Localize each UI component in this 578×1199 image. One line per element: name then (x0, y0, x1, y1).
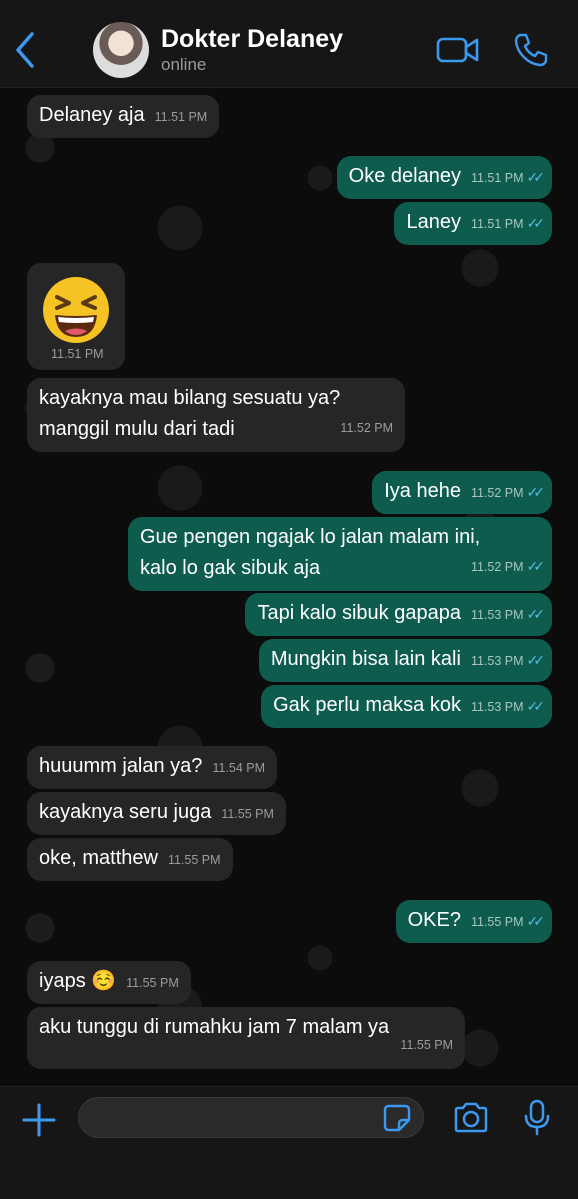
chevron-left-icon[interactable] (12, 30, 38, 70)
message-incoming[interactable]: iyaps ☺️ 11.55 PM (27, 961, 191, 1004)
phone-icon[interactable] (513, 32, 549, 68)
message-text: iyaps ☺️ (39, 970, 117, 992)
read-ticks-icon: ✓✓ (526, 215, 546, 231)
read-ticks-icon: ✓✓ (526, 169, 546, 185)
message-time: 11.55 PM (470, 915, 524, 929)
message-outgoing[interactable]: Iya hehe 11.52 PM ✓✓ (372, 471, 552, 514)
message-time: 11.51 PM (470, 171, 524, 185)
video-camera-icon[interactable] (436, 34, 480, 66)
message-text: Iya hehe (384, 480, 461, 502)
message-outgoing[interactable]: Mungkin bisa lain kali 11.53 PM ✓✓ (258, 639, 552, 682)
message-outgoing[interactable]: Oke delaney 11.51 PM ✓✓ (336, 156, 552, 199)
message-time: 11.52 PM ✓✓ (470, 558, 546, 574)
message-outgoing[interactable]: Gue pengen ngajak lo jalan malam ini, ka… (128, 517, 552, 591)
message-time: 11.52 PM (470, 486, 524, 500)
message-text: Gak perlu maksa kok (273, 694, 461, 716)
camera-icon[interactable] (452, 1101, 490, 1135)
message-text: Mungkin bisa lain kali (270, 648, 461, 670)
read-ticks-icon: ✓✓ (526, 558, 546, 574)
message-time: 11.53 PM (470, 654, 524, 668)
message-outgoing[interactable]: Laney 11.51 PM ✓✓ (394, 202, 552, 245)
contact-name[interactable]: Dokter Delaney (161, 25, 343, 54)
message-time: 11.55 PM (221, 807, 274, 821)
message-time: 11.53 PM (470, 608, 524, 622)
message-incoming[interactable]: kayaknya seru juga 11.55 PM (27, 792, 286, 835)
plus-icon[interactable] (20, 1101, 58, 1139)
message-text-line: Gue pengen ngajak lo jalan malam ini, (140, 526, 481, 548)
message-time: 11.55 PM (400, 1038, 453, 1052)
message-time: 11.53 PM (470, 700, 524, 714)
message-text: Tapi kalo sibuk gapapa (257, 602, 461, 624)
message-text: oke, matthew (39, 847, 158, 869)
sticker-icon[interactable] (383, 1104, 411, 1132)
message-incoming[interactable]: Delaney aja 11.51 PM (27, 95, 220, 138)
message-text: Delaney aja (39, 104, 145, 126)
message-incoming[interactable]: huuumm jalan ya? 11.54 PM (27, 746, 278, 789)
message-time: 11.54 PM (212, 761, 266, 775)
chat-header: Dokter Delaney online (0, 0, 578, 88)
composer-bar (0, 1086, 578, 1199)
message-time: 11.52 PM (340, 421, 393, 435)
message-time: 11.51 PM (154, 110, 208, 124)
message-text: OKE? (407, 909, 461, 931)
message-outgoing[interactable]: OKE? 11.55 PM ✓✓ (395, 900, 552, 943)
read-ticks-icon: ✓✓ (526, 913, 546, 929)
message-outgoing[interactable]: Gak perlu maksa kok 11.53 PM ✓✓ (261, 685, 552, 728)
message-text: huuumm jalan ya? (39, 755, 203, 777)
avatar[interactable] (93, 22, 149, 78)
message-incoming[interactable]: kayaknya mau bilang sesuatu ya? manggil … (27, 378, 405, 452)
read-ticks-icon: ✓✓ (526, 652, 546, 668)
message-incoming-emoji[interactable]: 11.51 PM (27, 263, 125, 370)
message-input[interactable] (78, 1097, 424, 1138)
message-time: 11.55 PM (167, 853, 221, 867)
message-incoming[interactable]: oke, matthew 11.55 PM (27, 838, 233, 881)
message-text: Oke delaney (348, 165, 461, 187)
message-incoming[interactable]: aku tunggu di rumahku jam 7 malam ya 11.… (27, 1007, 465, 1069)
message-time: 11.51 PM (470, 217, 524, 231)
message-text-line: kayaknya mau bilang sesuatu ya? (39, 387, 341, 409)
message-text: aku tunggu di rumahku jam 7 malam ya (39, 1016, 390, 1038)
message-text: Laney (406, 211, 461, 233)
message-time: 11.51 PM (51, 347, 104, 361)
message-list[interactable]: Delaney aja 11.51 PM Oke delaney 11.51 PM ✓… (0, 88, 578, 1086)
read-ticks-icon: ✓✓ (526, 606, 546, 622)
message-time: 11.55 PM (126, 976, 179, 990)
message-outgoing[interactable]: Tapi kalo sibuk gapapa 11.53 PM ✓✓ (245, 593, 552, 636)
laughing-squint-face-icon (43, 277, 109, 343)
microphone-icon[interactable] (522, 1099, 552, 1137)
contact-status: online (161, 55, 207, 74)
message-text: kayaknya seru juga (39, 801, 212, 823)
read-ticks-icon: ✓✓ (526, 698, 546, 714)
read-ticks-icon: ✓✓ (526, 484, 546, 500)
